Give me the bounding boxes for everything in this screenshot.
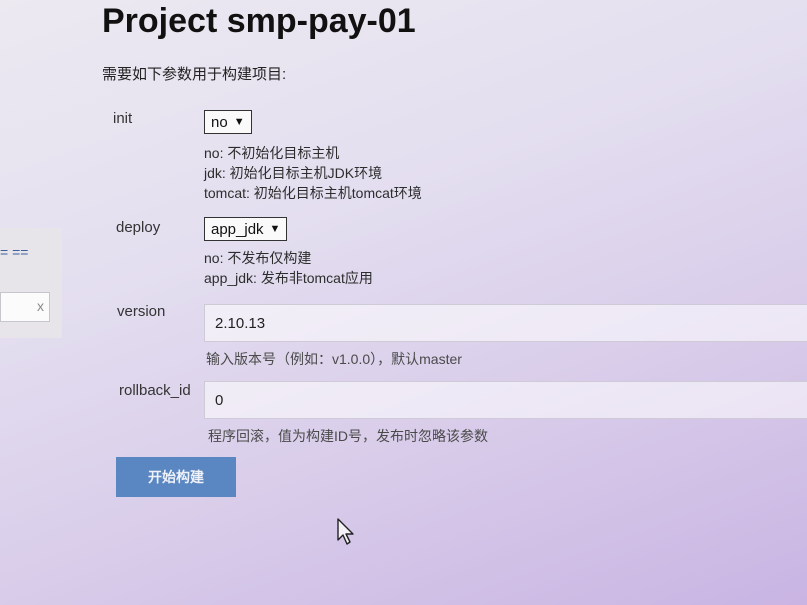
page-title: Project smp-pay-01 xyxy=(102,2,416,40)
deploy-selected-value: app_jdk xyxy=(211,220,264,238)
init-help-line: jdk: 初始化目标主机JDK环境 xyxy=(204,165,383,181)
init-help-line: tomcat: 初始化目标主机tomcat环境 xyxy=(204,185,422,201)
deploy-select[interactable]: app_jdk ▼ xyxy=(204,217,288,241)
init-help-line: no: 不初始化目标主机 xyxy=(204,145,340,161)
init-select[interactable]: no ▼ xyxy=(204,110,252,134)
rollback-id-input[interactable]: 0 xyxy=(204,381,807,419)
deploy-help-line: no: 不发布仅构建 xyxy=(204,250,312,266)
side-toggle-icon[interactable]: = == xyxy=(0,244,28,260)
page-intro: 需要如下参数用于构建项目: xyxy=(102,66,287,83)
rollback-id-help: 程序回滚，值为构建ID号，发布时忽略该参数 xyxy=(208,428,488,444)
deploy-help-line: app_jdk: 发布非tomcat应用 xyxy=(204,270,373,286)
rollback-id-label: rollback_id xyxy=(119,382,191,399)
init-selected-value: no xyxy=(211,113,228,131)
deploy-help: no: 不发布仅构建 app_jdk: 发布非tomcat应用 xyxy=(204,248,373,288)
chevron-down-icon: ▼ xyxy=(269,223,281,235)
mouse-pointer-icon xyxy=(337,518,354,545)
start-build-button[interactable]: 开始构建 xyxy=(116,457,236,497)
version-help: 输入版本号（例如：v1.0.0），默认master xyxy=(206,351,462,367)
clear-icon[interactable]: x xyxy=(37,298,44,314)
deploy-label: deploy xyxy=(116,219,161,236)
init-help: no: 不初始化目标主机 jdk: 初始化目标主机JDK环境 tomcat: 初… xyxy=(204,143,422,203)
init-label: init xyxy=(113,110,133,127)
chevron-down-icon: ▼ xyxy=(233,116,245,128)
version-label: version xyxy=(117,303,166,320)
version-input[interactable]: 2.10.13 xyxy=(204,304,807,342)
side-search-input[interactable]: x xyxy=(0,292,50,322)
